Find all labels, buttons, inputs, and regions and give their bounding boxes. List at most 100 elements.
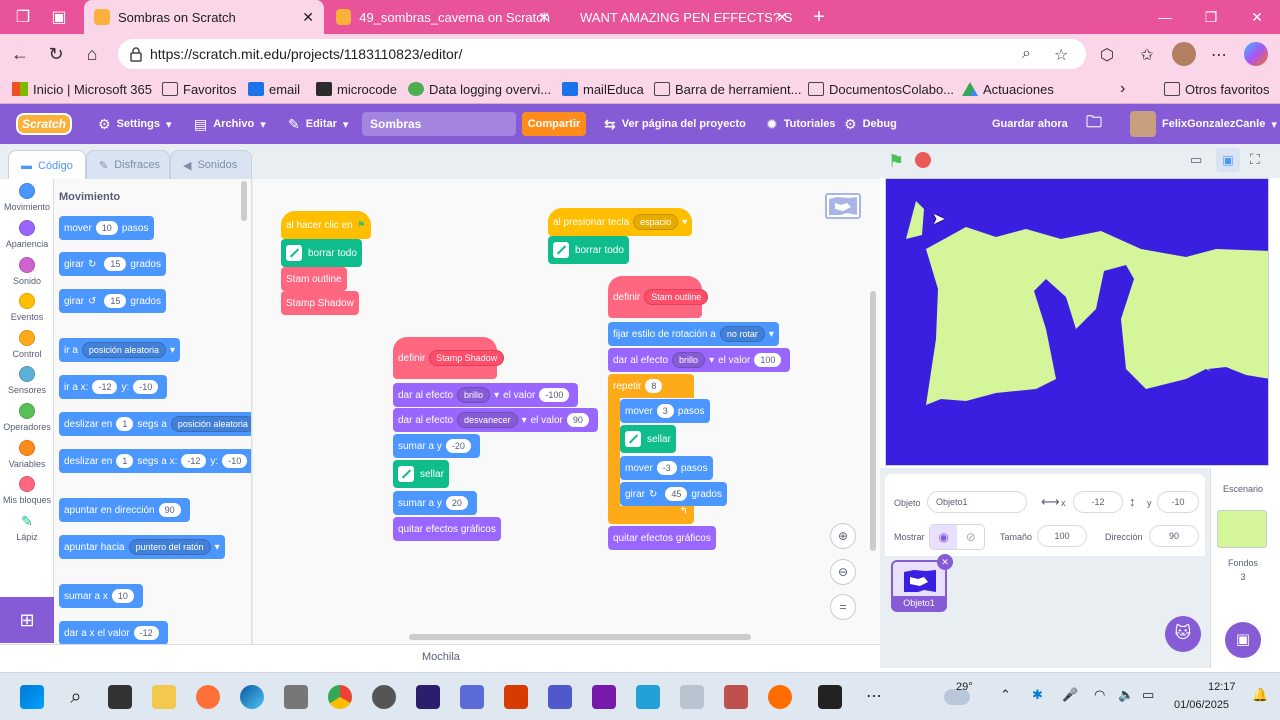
archivo-menu[interactable]: ▤ Archivo ▾ — [194, 104, 266, 144]
app-orange-icon[interactable] — [768, 685, 792, 709]
zoom-in-icon[interactable]: ⊕ — [830, 523, 856, 549]
block-apuntar-direccion[interactable]: apuntar en dirección 90 — [59, 498, 190, 522]
block-mover-pasos[interactable]: mover 10 pasos — [59, 216, 154, 240]
category-control[interactable]: Control — [0, 330, 54, 359]
workspace-h-scrollbar[interactable] — [409, 634, 751, 640]
hat-al-hacer-clic[interactable]: al hacer clic en ⚑ — [281, 211, 371, 239]
category-sonido[interactable]: Sonido — [0, 257, 54, 286]
chevron-up-icon[interactable]: ⌃ — [1000, 687, 1011, 703]
editar-menu[interactable]: ✎ Editar ▾ — [288, 104, 348, 144]
battery-icon[interactable]: ▭ — [1142, 687, 1154, 703]
extensions-icon[interactable]: ⬡ — [1096, 44, 1118, 66]
app-terminal-icon[interactable] — [818, 685, 842, 709]
app-tools-icon[interactable] — [724, 685, 748, 709]
share-button[interactable]: Compartir — [522, 112, 586, 136]
minimize-icon[interactable]: — — [1142, 0, 1188, 34]
zoom-icon[interactable]: ⌕ — [1022, 45, 1031, 63]
block-deslizar-a[interactable]: deslizar en1segs aposición aleatoria▾ — [59, 412, 251, 436]
block-borrar-todo[interactable]: borrar todo — [548, 236, 629, 264]
fav-data-logging[interactable]: Data logging overvi... — [408, 79, 551, 99]
settings-menu[interactable]: ⚙ Settings ▾ — [98, 104, 172, 144]
scratch-logo[interactable]: Scratch — [16, 113, 72, 135]
block-quitar-efectos[interactable]: quitar efectos gráficos — [608, 526, 716, 550]
workspace-v-scrollbar[interactable] — [870, 291, 876, 551]
view-project-button[interactable]: ⇆ Ver página del proyecto — [604, 104, 746, 144]
block-girar-derecha[interactable]: girar ↻ 15 grados — [59, 252, 166, 276]
favorites-list-icon[interactable]: ✩ — [1136, 44, 1158, 66]
category-eventos[interactable]: Eventos — [0, 293, 54, 322]
stop-icon[interactable] — [915, 152, 931, 168]
block-girar[interactable]: girar ↻ 45 grados — [620, 482, 727, 506]
category-lapiz[interactable]: ✎ Lápiz — [0, 513, 54, 542]
profile-avatar[interactable] — [1172, 42, 1196, 66]
sprite-thumb-objeto1[interactable]: Objeto1 ✕ — [891, 554, 953, 612]
settings-icon[interactable] — [372, 685, 396, 709]
fav-documentos[interactable]: DocumentosColabo... — [808, 79, 954, 99]
fav-barra-herramientas[interactable]: Barra de herramient... — [654, 79, 801, 99]
backpack-bar[interactable]: Mochila — [0, 644, 880, 668]
block-ir-a[interactable]: ir a posición aleatoria ▾ — [59, 338, 180, 362]
close-window-icon[interactable]: ✕ — [1234, 0, 1280, 34]
block-borrar-todo[interactable]: borrar todo — [281, 239, 362, 267]
block-sumar-a-x[interactable]: sumar a x 10 — [59, 584, 143, 608]
app-icon[interactable] — [284, 685, 308, 709]
audition-icon[interactable] — [416, 685, 440, 709]
show-eye-icon[interactable]: ◉ — [930, 525, 958, 549]
block-sellar[interactable]: sellar — [393, 460, 449, 488]
sprite-name-input[interactable]: Objeto1 — [927, 491, 1027, 513]
close-tab-icon[interactable]: ✕ — [776, 9, 788, 26]
educa-icon[interactable] — [636, 685, 660, 709]
user-account-menu[interactable]: FelixGonzalezCanle ▾ — [1130, 104, 1277, 144]
direction-input[interactable]: 90 — [1149, 525, 1199, 547]
block-efecto-desvanecer[interactable]: dar al efecto desvanecer ▾ el valor 90 — [393, 408, 598, 432]
block-dar-a-x[interactable]: dar a x el valor -12 — [59, 621, 168, 644]
category-movimiento[interactable]: Movimiento — [0, 183, 54, 212]
category-apariencia[interactable]: Apariencia — [0, 220, 54, 249]
volume-icon[interactable]: 🔈 — [1118, 687, 1134, 703]
fav-mailEduca[interactable]: mailEduca — [562, 79, 644, 99]
normal-stage-icon[interactable]: ▣ — [1216, 148, 1240, 172]
define-stamp-shadow[interactable]: definir Stamp Shadow — [393, 337, 505, 379]
fav-email[interactable]: email — [248, 79, 300, 99]
teams-icon[interactable] — [548, 685, 572, 709]
block-deslizar-xy[interactable]: deslizar en 1 segs a x: -12 y: -10 — [59, 449, 251, 473]
url-field[interactable]: https://scratch.mit.edu/projects/1183110… — [118, 39, 1086, 69]
task-view-icon[interactable] — [108, 685, 132, 709]
y-input[interactable]: -10 — [1157, 491, 1199, 513]
block-efecto-brillo[interactable]: dar al efecto brillo ▾ el valor 100 — [608, 348, 791, 372]
fullscreen-icon[interactable]: ⛶ — [1250, 151, 1260, 168]
workspaces-icon[interactable]: ❐ — [12, 6, 34, 28]
fav-otros[interactable]: Otros favoritos — [1164, 79, 1270, 99]
home-icon[interactable]: ⌂ — [80, 42, 104, 66]
fav-microcode[interactable]: microcode — [316, 79, 397, 99]
small-stage-icon[interactable]: ▭ — [1190, 152, 1202, 168]
refresh-icon[interactable]: ↻ — [44, 42, 68, 66]
size-input[interactable]: 100 — [1037, 525, 1087, 547]
search-icon[interactable]: ⌕ — [64, 685, 88, 709]
file-explorer-icon[interactable] — [152, 685, 176, 709]
block-quitar-efectos[interactable]: quitar efectos gráficos — [393, 517, 501, 541]
start-icon[interactable] — [20, 685, 44, 709]
tab-sombras-caverna[interactable]: 49_sombras_caverna on Scratch ✕ — [326, 0, 560, 34]
more-apps-icon[interactable]: ⋯ — [862, 685, 886, 709]
tutorials-button[interactable]: ✹ Tutoriales — [766, 104, 836, 144]
category-variables[interactable]: Variables — [0, 440, 54, 469]
block-girar-izquierda[interactable]: girar ↺ 15 grados — [59, 289, 166, 313]
tab-sonidos[interactable]: ◀ Sonidos — [170, 150, 252, 180]
block-ir-a-xy[interactable]: ir a x: -12 y: -10 — [59, 375, 168, 399]
microphone-icon[interactable]: 🎤 — [1062, 687, 1078, 703]
clock-date[interactable]: 01/06/2025 — [1174, 699, 1229, 711]
favorite-star-icon[interactable]: ☆ — [1054, 45, 1068, 65]
save-now-button[interactable]: Guardar ahora — [992, 104, 1068, 144]
wifi-icon[interactable]: ◠ — [1094, 687, 1105, 703]
tab-pen-effects[interactable]: WANT AMAZING PEN EFFECTS? S ✕ — [562, 0, 798, 34]
notification-bell-icon[interactable]: 🔔 — [1252, 687, 1268, 703]
block-sumar-a-y[interactable]: sumar a y 20 — [393, 491, 477, 515]
add-backdrop-button[interactable]: ▣ — [1225, 622, 1261, 658]
tab-codigo[interactable]: ▬ Código — [8, 150, 86, 180]
debug-button[interactable]: ⚙ Debug — [844, 104, 897, 144]
fav-actuaciones[interactable]: Actuaciones — [962, 79, 1054, 99]
hide-eye-icon[interactable]: ⊘ — [957, 525, 984, 549]
firefox-icon[interactable] — [196, 685, 220, 709]
define-stam-outline[interactable]: definir Stam outline — [608, 276, 709, 318]
